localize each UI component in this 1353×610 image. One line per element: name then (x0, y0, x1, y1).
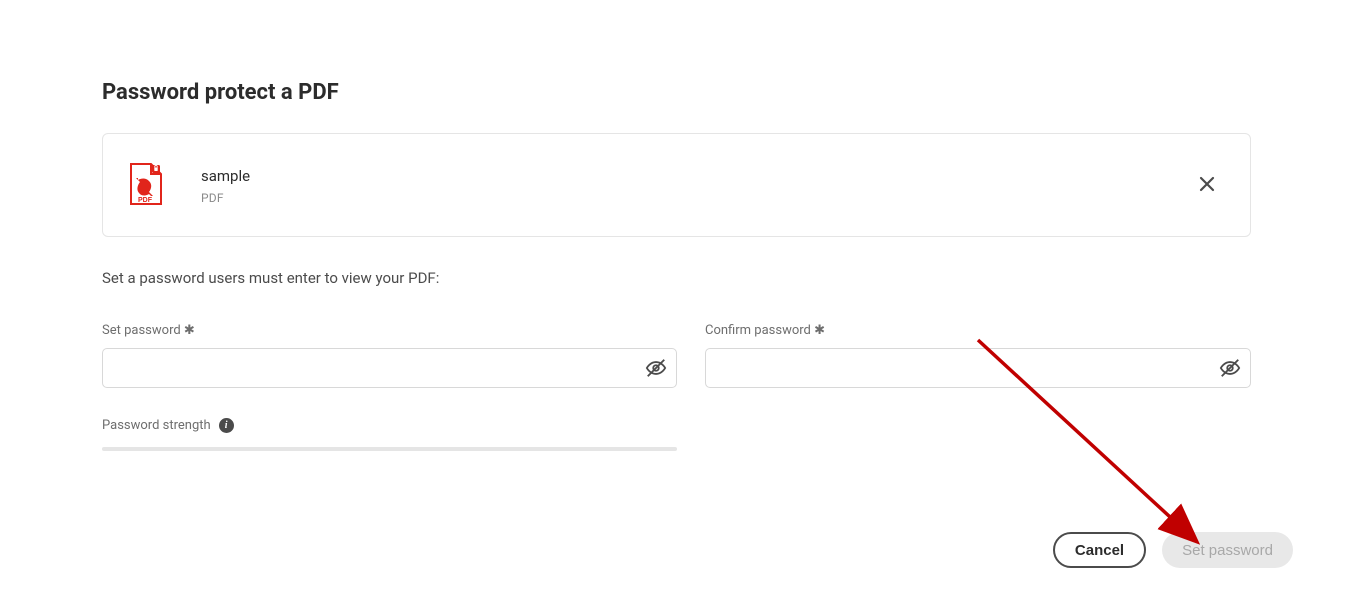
pdf-lock-icon: PDF (127, 162, 165, 210)
confirm-password-label: Confirm password ✱ (705, 323, 1251, 338)
info-icon[interactable]: i (219, 418, 234, 433)
eye-off-icon (1219, 357, 1241, 379)
set-password-button[interactable]: Set password (1162, 532, 1293, 568)
file-card: PDF sample PDF (102, 133, 1251, 237)
password-strength-label: Password strength (102, 418, 211, 433)
toggle-visibility-button-confirm[interactable] (1219, 357, 1241, 379)
file-name: sample (201, 167, 1194, 185)
file-type: PDF (201, 191, 1194, 205)
close-icon (1198, 175, 1216, 193)
cancel-button[interactable]: Cancel (1053, 532, 1146, 568)
remove-file-button[interactable] (1194, 171, 1220, 201)
eye-off-icon (645, 357, 667, 379)
page-title: Password protect a PDF (102, 80, 1251, 105)
password-strength-bar (102, 447, 677, 451)
instruction-text: Set a password users must enter to view … (102, 269, 1251, 287)
confirm-password-input[interactable] (705, 348, 1251, 388)
toggle-visibility-button[interactable] (645, 357, 667, 379)
svg-text:PDF: PDF (138, 197, 153, 204)
file-info: sample PDF (201, 167, 1194, 205)
set-password-label: Set password ✱ (102, 323, 677, 338)
password-strength-section: Password strength i (102, 418, 677, 451)
set-password-input[interactable] (102, 348, 677, 388)
